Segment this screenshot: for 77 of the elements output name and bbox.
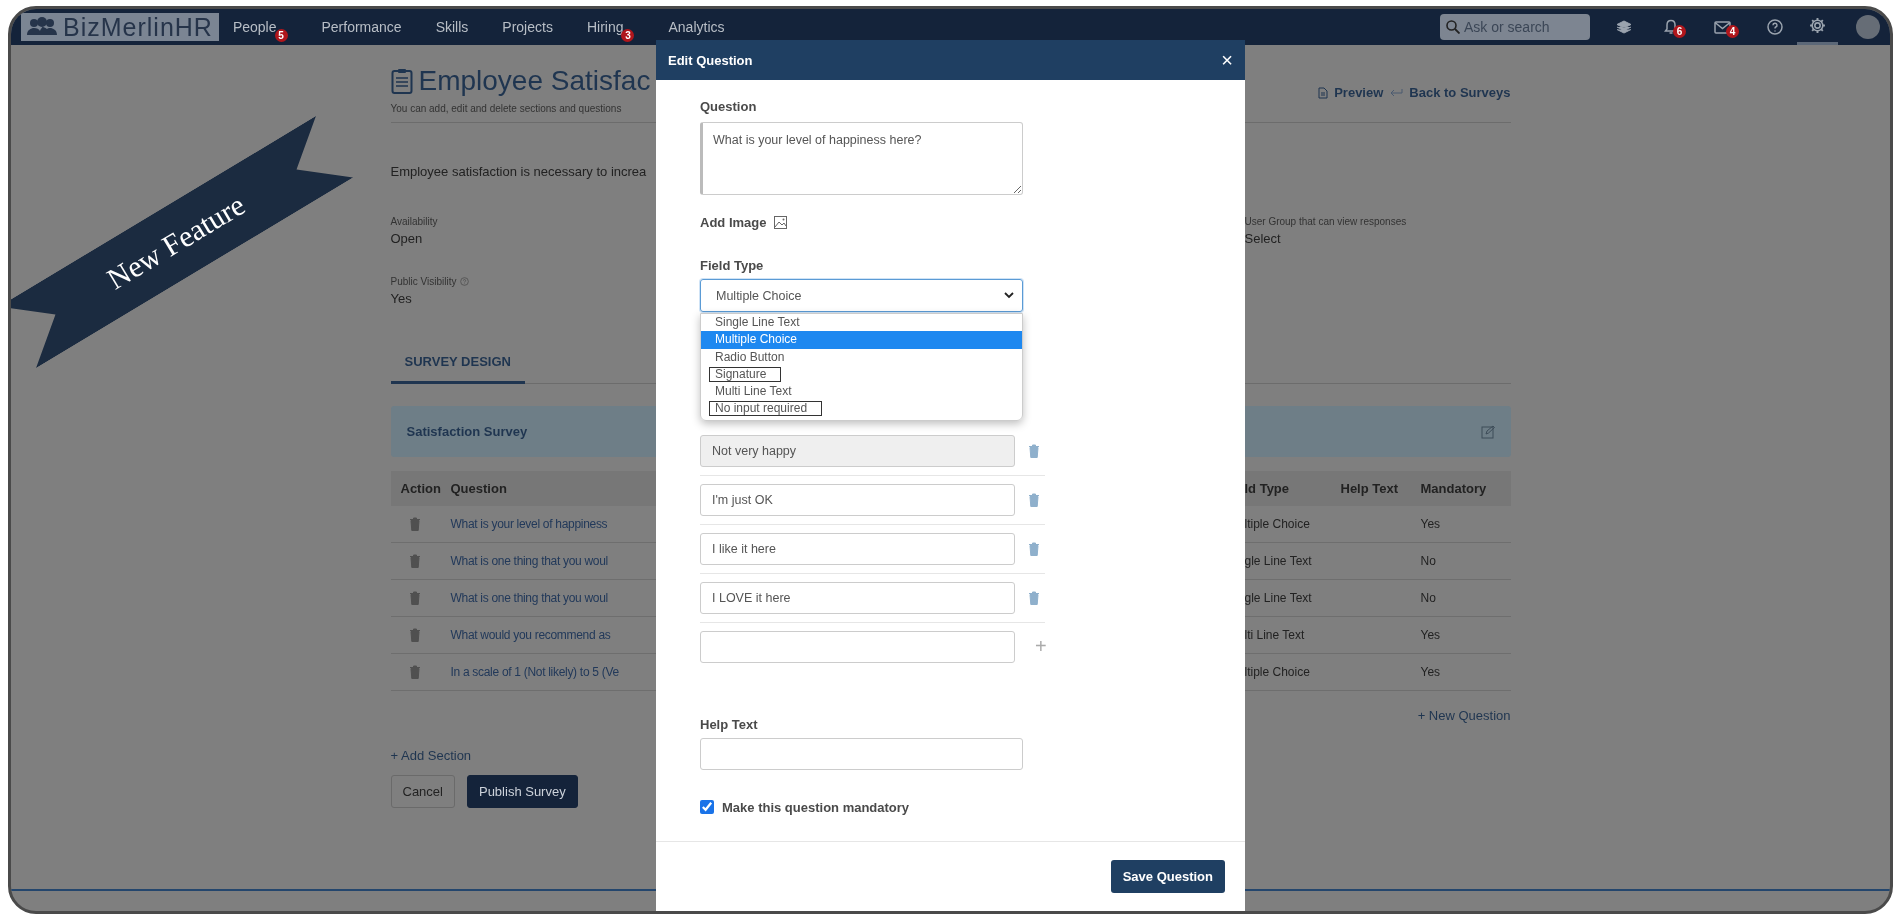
trash-icon[interactable]	[1028, 443, 1040, 458]
column-header: Action	[390, 471, 451, 506]
dropdown-option[interactable]: Radio Button	[701, 348, 1022, 366]
survey-description: Employee satisfaction is necessary to increa	[390, 164, 648, 179]
dropdown-option[interactable]: Signature	[701, 365, 1022, 384]
settings-icon[interactable]	[1809, 17, 1826, 34]
nav-item[interactable]: Hiring	[586, 19, 624, 35]
trash-icon[interactable]	[408, 628, 421, 642]
table-cell: Yes	[1420, 617, 1511, 654]
table-cell: No	[1420, 580, 1511, 617]
mail-icon[interactable]	[1714, 20, 1731, 34]
trash-icon[interactable]	[408, 591, 421, 605]
nav-item[interactable]: Performance	[321, 19, 402, 35]
help-text-field[interactable]	[700, 737, 1023, 770]
help-icon[interactable]	[1767, 19, 1783, 35]
chevron-down-icon	[1004, 292, 1014, 299]
image-icon[interactable]	[774, 216, 788, 229]
table-cell: No	[1420, 543, 1511, 580]
logo-text: BizMerlinHR	[63, 12, 213, 42]
field-label: Availability	[390, 216, 438, 227]
column-header: ld Type	[1244, 471, 1341, 506]
trash-icon[interactable]	[408, 554, 421, 568]
cancel-button[interactable]: Cancel	[390, 775, 455, 808]
trash-icon[interactable]	[408, 517, 421, 531]
field-value: Open	[390, 231, 424, 246]
clipboard-icon	[390, 68, 413, 94]
table-cell: Yes	[1420, 654, 1511, 691]
field-label: Add Image	[700, 215, 767, 230]
return-arrow-icon	[1389, 87, 1404, 98]
count-badge: 4	[1726, 25, 1739, 38]
checkbox-label: Make this question mandatory	[722, 799, 910, 815]
choice-field[interactable]: I like it here	[700, 532, 1015, 565]
edit-icon[interactable]	[1480, 424, 1495, 439]
field-value: Select	[1244, 231, 1282, 246]
trash-icon[interactable]	[1028, 492, 1040, 507]
dropdown-option[interactable]: Multi Line Text	[701, 383, 1022, 401]
choice-field[interactable]: I'm just OK	[700, 483, 1015, 516]
field-value: Yes	[390, 291, 413, 306]
column-header: Mandatory	[1420, 471, 1511, 506]
field-type-select[interactable]: Multiple Choice	[700, 279, 1023, 312]
column-header: Question	[450, 471, 656, 506]
page-title: Employee Satisfac	[418, 65, 651, 97]
field-label: Question	[700, 99, 758, 114]
dropdown-option[interactable]: No input required	[701, 400, 1022, 418]
mandatory-checkbox[interactable]	[700, 800, 714, 815]
section-title: Satisfaction Survey	[406, 424, 528, 439]
nav-item[interactable]: Projects	[502, 19, 553, 35]
table-cell: Yes	[1420, 506, 1511, 543]
search-icon	[1446, 20, 1460, 34]
close-button[interactable]: ×	[1221, 50, 1233, 70]
dropdown-option[interactable]: Single Line Text	[701, 314, 1022, 332]
trash-icon[interactable]	[1028, 590, 1040, 605]
document-icon	[1318, 86, 1329, 99]
layers-icon[interactable]	[1616, 20, 1632, 34]
avatar[interactable]	[1856, 15, 1880, 39]
nav-item[interactable]: Skills	[435, 19, 469, 35]
choice-field[interactable]	[700, 630, 1015, 663]
bell-icon[interactable]	[1664, 19, 1678, 35]
field-label: User Group that can view responses	[1244, 216, 1407, 227]
save-button[interactable]: Save Question	[1110, 860, 1225, 893]
people-icon	[27, 16, 57, 38]
trash-icon[interactable]	[1028, 541, 1040, 556]
publish-button[interactable]: Publish Survey	[466, 775, 578, 808]
field-label: Field Type	[700, 258, 765, 273]
trash-icon[interactable]	[408, 665, 421, 679]
count-badge: 6	[1673, 25, 1686, 38]
column-header: Help Text	[1340, 471, 1421, 506]
page-subtitle: You can add, edit and delete sections and questions	[390, 103, 623, 114]
field-label: Public Visibility	[390, 276, 457, 287]
nav-item[interactable]: Analytics	[668, 19, 725, 35]
question-field[interactable]: What is your level of happiness here?	[700, 122, 1023, 195]
choice-field[interactable]: I LOVE it here	[700, 581, 1015, 614]
dialog-title: Edit Question	[668, 52, 753, 68]
search-field[interactable]: Ask or search	[1440, 14, 1590, 40]
field-label: Help Text	[700, 716, 759, 732]
dropdown-option[interactable]: Multiple Choice	[701, 331, 1022, 349]
nav-item[interactable]: People	[232, 19, 277, 35]
